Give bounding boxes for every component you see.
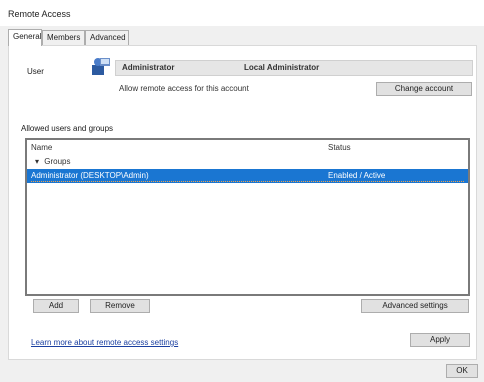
user-icon [90,56,112,78]
row-focus-indicator [31,181,464,182]
group-label: Groups [44,157,71,166]
ok-button[interactable]: OK [446,364,478,378]
chevron-down-icon: ▾ [35,157,40,166]
users-listbox[interactable]: Name Status ▾ Groups Administrator (DESK… [25,138,470,296]
advanced-settings-button[interactable]: Advanced settings [361,299,469,313]
list-title: Allowed users and groups [21,124,114,133]
remove-button[interactable]: Remove [90,299,150,313]
tab-advanced[interactable]: Advanced [85,30,129,45]
column-header-status[interactable]: Status [328,143,351,152]
row-name: Administrator (DESKTOP\Admin) [31,171,149,180]
change-account-button[interactable]: Change account [376,82,472,96]
table-row[interactable]: Administrator (DESKTOP\Admin) Enabled / … [27,169,468,183]
account-role: Local Administrator [244,63,320,72]
add-button[interactable]: Add [33,299,79,313]
account-field: Administrator Local Administrator [115,60,473,76]
window-title: Remote Access [8,9,71,19]
title-bar: Remote Access [0,0,484,26]
tab-general[interactable]: General [8,29,42,46]
row-status: Enabled / Active [328,171,386,180]
tab-panel: User Administrator Local Administrator A… [8,45,477,360]
user-label: User [27,67,44,76]
group-header[interactable]: ▾ Groups [35,157,70,169]
tab-members[interactable]: Members [42,30,85,45]
apply-button[interactable]: Apply [410,333,470,347]
account-detail: Allow remote access for this account [119,84,249,93]
column-header-name[interactable]: Name [31,143,52,152]
tab-strip: General Members Advanced [8,29,476,46]
user-icon-svg [92,58,110,75]
list-header: Name Status [27,140,468,154]
learn-more-link[interactable]: Learn more about remote access settings [31,338,178,347]
dialog-window: Remote Access General Members Advanced U… [0,0,484,382]
account-name: Administrator [122,63,175,72]
